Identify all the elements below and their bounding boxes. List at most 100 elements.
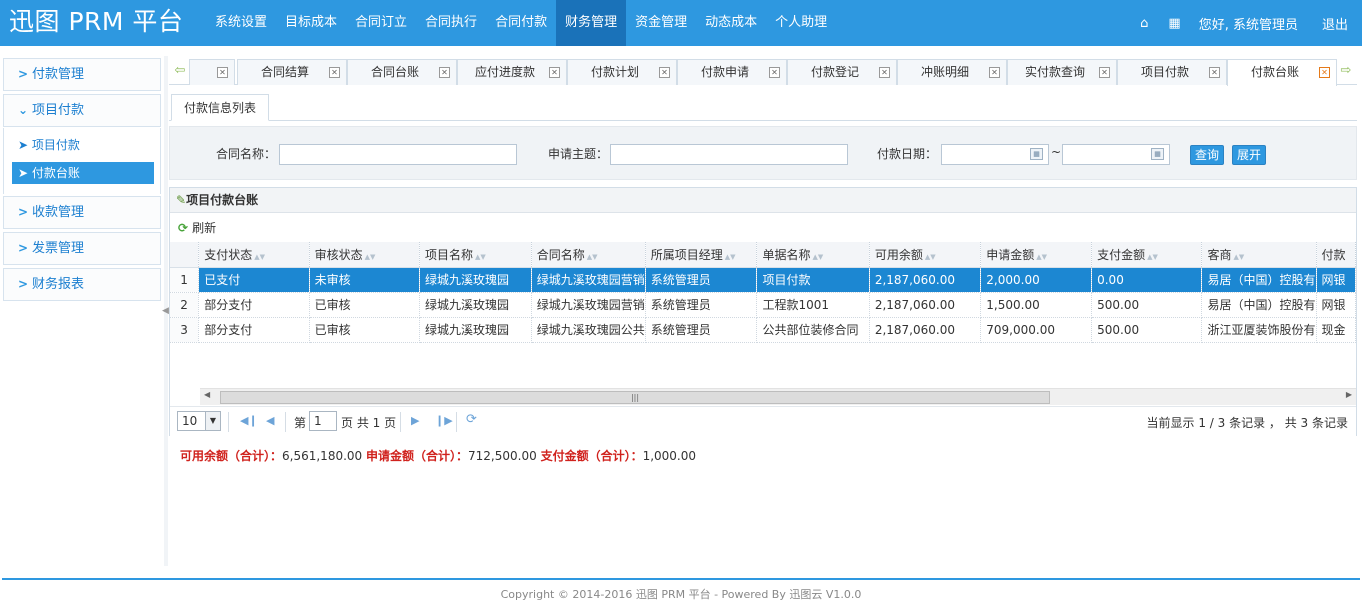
tab-8[interactable]: 项目付款 ✕ (1117, 59, 1227, 85)
refresh-button[interactable]: ⟳ 刷新 (178, 221, 216, 235)
page-size-select[interactable]: 10 ▼ (177, 411, 221, 431)
nav-item-4[interactable]: 合同付款 (486, 0, 556, 46)
chevron-down-icon[interactable]: ▼ (205, 412, 220, 430)
date-to-input[interactable]: ▦ (1062, 144, 1170, 165)
column-header[interactable]: 付款 (1316, 242, 1356, 268)
tab-2[interactable]: 应付进度款 ✕ (457, 59, 567, 85)
panel-header: ✎项目付款台账 (170, 188, 1356, 213)
first-page-icon[interactable]: ◀❙ (240, 414, 258, 427)
sidebar-item-project-payment[interactable]: ➤ 项目付款 (12, 134, 154, 156)
column-header[interactable]: 支付金额 ▲▼ (1091, 242, 1203, 268)
nav-item-5[interactable]: 财务管理 (556, 0, 627, 46)
nav-item-8[interactable]: 个人助理 (766, 0, 836, 46)
sort-icon[interactable]: ▲▼ (812, 253, 823, 261)
column-header[interactable]: 申请金额 ▲▼ (980, 242, 1093, 268)
nav-item-0[interactable]: 系统设置 (206, 0, 276, 46)
tab-scroll-left-icon[interactable]: ⇦ (171, 59, 189, 85)
column-header[interactable]: 支付状态 ▲▼ (198, 242, 310, 268)
close-icon[interactable]: ✕ (329, 67, 340, 78)
tab-4[interactable]: 付款申请 ✕ (677, 59, 787, 85)
page-number-input[interactable]: 1 (309, 411, 337, 431)
grid-icon[interactable]: ▦ (1168, 16, 1180, 31)
prev-page-icon[interactable]: ◀ (266, 414, 274, 427)
column-header-label: 支付金额 (1097, 247, 1146, 262)
collapse-arrow-icon[interactable]: ◀ (162, 306, 169, 316)
tab-5[interactable]: 付款登记 ✕ (787, 59, 897, 85)
close-icon[interactable]: ✕ (769, 67, 780, 78)
tab-6[interactable]: 冲账明细 ✕ (897, 59, 1007, 85)
expand-button[interactable]: 展开 (1232, 145, 1267, 165)
nav-item-7[interactable]: 动态成本 (696, 0, 766, 46)
ledger-panel: ✎项目付款台账 ⟳ 刷新 支付状态 ▲▼ 审核状态 ▲▼ 项目名称 ▲▼ 合同名称 ▲▼ 所属项目… (169, 187, 1357, 436)
column-header[interactable]: 可用余额 ▲▼ (869, 242, 982, 268)
close-icon[interactable]: ✕ (549, 67, 560, 78)
sidebar-group-finance-reports[interactable]: > 财务报表 (3, 268, 161, 301)
column-header[interactable]: 客商 ▲▼ (1201, 242, 1317, 268)
tab-partial[interactable]: ✕ (189, 59, 235, 85)
nav-item-3[interactable]: 合同执行 (416, 0, 486, 46)
table-row[interactable]: 3 部分支付 已审核 绿城九溪玫瑰园 绿城九溪玫瑰园公共 系统管理员 公共部位装修合同 2,1… (170, 317, 1356, 343)
date-separator: ~ (1051, 145, 1062, 159)
table-row[interactable]: 1 已支付 未审核 绿城九溪玫瑰园 绿城九溪玫瑰园营销 系统管理员 项目付款 2,187,06… (170, 267, 1356, 293)
sort-icon[interactable]: ▲▼ (725, 253, 736, 261)
tab-7[interactable]: 实付款查询 ✕ (1007, 59, 1117, 85)
reload-icon[interactable]: ⟳ (466, 412, 477, 427)
close-icon[interactable]: ✕ (1319, 67, 1330, 78)
scroll-left-icon[interactable]: ◀ (204, 390, 210, 399)
column-header[interactable]: 所属项目经理 ▲▼ (645, 242, 758, 268)
column-header[interactable]: 合同名称 ▲▼ (531, 242, 646, 268)
sidebar-item-payment-ledger[interactable]: ➤ 付款台账 (12, 162, 154, 184)
calendar-icon[interactable]: ▦ (1151, 148, 1164, 160)
last-page-icon[interactable]: ❙▶ (435, 414, 453, 427)
contract-name-input[interactable] (279, 144, 517, 165)
nav-item-6[interactable]: 资金管理 (626, 0, 696, 46)
nav-item-1[interactable]: 目标成本 (276, 0, 346, 46)
sort-icon[interactable]: ▲▼ (475, 253, 486, 261)
close-icon[interactable]: ✕ (879, 67, 890, 78)
user-greeting[interactable]: 您好, 系统管理员 (1199, 14, 1298, 33)
nav-item-2[interactable]: 合同订立 (346, 0, 416, 46)
sidebar-submenu: ➤ 项目付款 ➤ 付款台账 (3, 128, 161, 194)
column-header[interactable]: 单据名称 ▲▼ (756, 242, 870, 268)
column-header[interactable]: 项目名称 ▲▼ (419, 242, 532, 268)
close-icon[interactable]: ✕ (439, 67, 450, 78)
sidebar-group-label: 付款管理 (32, 67, 85, 82)
sidebar-group-receipt-mgmt[interactable]: > 收款管理 (3, 196, 161, 229)
table-cell: 浙江亚厦装饰股份有 (1201, 317, 1317, 343)
sort-icon[interactable]: ▲▼ (365, 253, 376, 261)
sort-icon[interactable]: ▲▼ (1036, 253, 1047, 261)
sidebar-group-payment-mgmt[interactable]: > 付款管理 (3, 58, 161, 91)
column-header[interactable]: 审核状态 ▲▼ (309, 242, 421, 268)
sidebar-group-project-payment[interactable]: ⌄ 项目付款 (3, 94, 161, 127)
tab-3[interactable]: 付款计划 ✕ (567, 59, 677, 85)
calendar-icon[interactable]: ▦ (1030, 148, 1043, 160)
table-cell: 公共部位装修合同 (756, 317, 870, 343)
logout-link[interactable]: 退出 (1322, 14, 1348, 33)
query-button[interactable]: 查询 (1190, 145, 1225, 165)
tab-scroll-right-icon[interactable]: ⇨ (1337, 59, 1355, 85)
subject-input[interactable] (610, 144, 848, 165)
close-icon[interactable]: ✕ (989, 67, 1000, 78)
close-icon[interactable]: ✕ (659, 67, 670, 78)
home-icon[interactable]: ⌂ (1140, 16, 1148, 31)
horizontal-scrollbar[interactable]: ◀ ||| ▶ (200, 388, 1356, 405)
sidebar-group-invoice-mgmt[interactable]: > 发票管理 (3, 232, 161, 265)
tab-0[interactable]: 合同结算 ✕ (237, 59, 347, 85)
close-icon[interactable]: ✕ (1209, 67, 1220, 78)
sort-icon[interactable]: ▲▼ (1234, 253, 1245, 261)
tab-payment-info-list[interactable]: 付款信息列表 (171, 94, 270, 121)
table-row[interactable]: 2 部分支付 已审核 绿城九溪玫瑰园 绿城九溪玫瑰园营销 系统管理员 工程款1001 2,18… (170, 292, 1356, 318)
scroll-thumb[interactable]: ||| (220, 391, 1050, 404)
tab-1[interactable]: 合同台账 ✕ (347, 59, 457, 85)
tab-9[interactable]: 付款台账 ✕ (1227, 59, 1337, 86)
sort-icon[interactable]: ▲▼ (254, 253, 265, 261)
next-page-icon[interactable]: ▶ (411, 414, 419, 427)
sort-icon[interactable]: ▲▼ (587, 253, 598, 261)
apply-total-value: 712,500.00 (468, 449, 537, 463)
sort-icon[interactable]: ▲▼ (1147, 253, 1158, 261)
scroll-right-icon[interactable]: ▶ (1346, 390, 1352, 399)
close-icon[interactable]: ✕ (1099, 67, 1110, 78)
date-from-input[interactable]: ▦ (941, 144, 1049, 165)
close-icon[interactable]: ✕ (217, 67, 228, 78)
sort-icon[interactable]: ▲▼ (925, 253, 936, 261)
